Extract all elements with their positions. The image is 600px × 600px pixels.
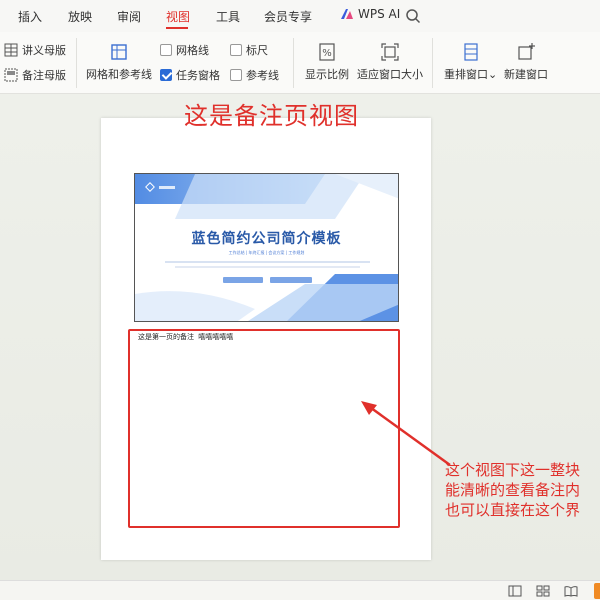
menu-tools[interactable]: 工具 [216,8,240,25]
new-window-label: 新建窗口 [504,68,548,81]
reading-view-icon[interactable] [564,584,578,598]
svg-text:%: % [322,48,332,59]
notes-master-label: 备注母版 [22,69,66,82]
ribbon-separator [293,38,294,88]
ruler-label: 标尺 [246,44,268,57]
slide-thumbnail[interactable]: 蓝色简约公司简介模板 工作总结 | 年终汇报 | 会议方案 | 工作规划 [134,173,399,322]
task-pane-check[interactable] [160,69,172,81]
fit-window-button[interactable]: 适应窗口大小 [357,42,423,82]
new-window-icon [518,43,535,60]
slide-logo [145,182,175,192]
slide-tag [223,277,263,283]
guides-label: 参考线 [246,69,279,82]
menu-view[interactable]: 视图 [166,8,190,25]
arrange-window-button[interactable]: 重排窗口⌄ [444,42,497,82]
zoom-button[interactable]: % 显示比例 [305,42,349,82]
explanation-annotation: 这个视图下这一整块 能清晰的查看备注内 也可以直接在这个界 [445,460,600,520]
grid-guides-icon [111,44,127,60]
handout-master-button[interactable]: 讲义母版 [4,42,66,58]
wps-ai-icon [341,9,353,19]
slideshow-button[interactable] [594,583,600,599]
fit-window-label: 适应窗口大小 [357,68,423,81]
wps-ai-label: WPS AI [358,7,401,21]
grid-and-guides-label: 网格和参考线 [86,68,152,81]
menu-slideshow[interactable]: 放映 [68,8,92,25]
annotation-line: 这个视图下这一整块 [445,461,581,479]
guides-check[interactable] [230,69,242,81]
ruler-check[interactable] [230,44,242,56]
slide-body-line [165,261,370,263]
menu-membership[interactable]: 会员专享 [264,8,312,25]
handout-master-icon [4,43,18,57]
menu-bar: 插入 放映 审阅 视图 工具 会员专享 WPS AI [0,0,600,32]
arrange-window-label: 重排窗口⌄ [444,68,498,81]
slide-body-line [175,266,360,268]
grid-and-guides-button[interactable]: 网格和参考线 [86,42,152,82]
ribbon-toolbar: 讲义母版 备注母版 网格和参考线 网格线 标尺 任务窗格 参考线 % 显示比例 … [0,32,600,94]
arrange-window-icon [464,43,478,61]
annotation-line: 能清晰的查看备注内 [445,481,581,499]
notes-text[interactable]: 这是第一页的备注 嘻嘻嘻嘻嘻 [138,332,233,342]
ruler-checkbox[interactable]: 标尺 [230,42,268,58]
guides-checkbox[interactable]: 参考线 [230,67,279,83]
task-pane-label: 任务窗格 [176,69,220,82]
slide-background-art [135,174,398,321]
fit-window-icon [381,43,399,61]
red-arrow-icon [361,401,451,467]
gridlines-checkbox[interactable]: 网格线 [160,42,209,58]
logo-diamond-icon [145,182,155,192]
menu-insert[interactable]: 插入 [18,8,42,25]
slide-tag [270,277,312,283]
gridlines-label: 网格线 [176,44,209,57]
normal-view-icon[interactable] [508,584,522,598]
slide-subtitle: 工作总结 | 年终汇报 | 会议方案 | 工作规划 [228,250,305,255]
ribbon-separator [432,38,433,88]
active-tab-indicator [166,27,188,29]
slide-sorter-icon[interactable] [536,584,550,598]
zoom-percent-icon: % [319,43,335,61]
view-title-annotation: 这是备注页视图 [184,102,359,130]
zoom-label: 显示比例 [305,68,349,81]
menu-review[interactable]: 审阅 [117,8,141,25]
wps-ai-button[interactable]: WPS AI [340,7,400,21]
handout-master-label: 讲义母版 [22,44,66,57]
slide-title: 蓝色简约公司简介模板 [191,231,342,247]
gridlines-check[interactable] [160,44,172,56]
notes-master-button[interactable]: 备注母版 [4,67,66,83]
notes-master-icon [4,68,18,82]
search-icon[interactable] [405,8,421,24]
ribbon-separator [76,38,77,88]
status-bar [0,580,600,600]
annotation-line: 也可以直接在这个界 [445,501,581,519]
new-window-button[interactable]: 新建窗口 [504,42,548,82]
task-pane-checkbox[interactable]: 任务窗格 [160,67,220,83]
